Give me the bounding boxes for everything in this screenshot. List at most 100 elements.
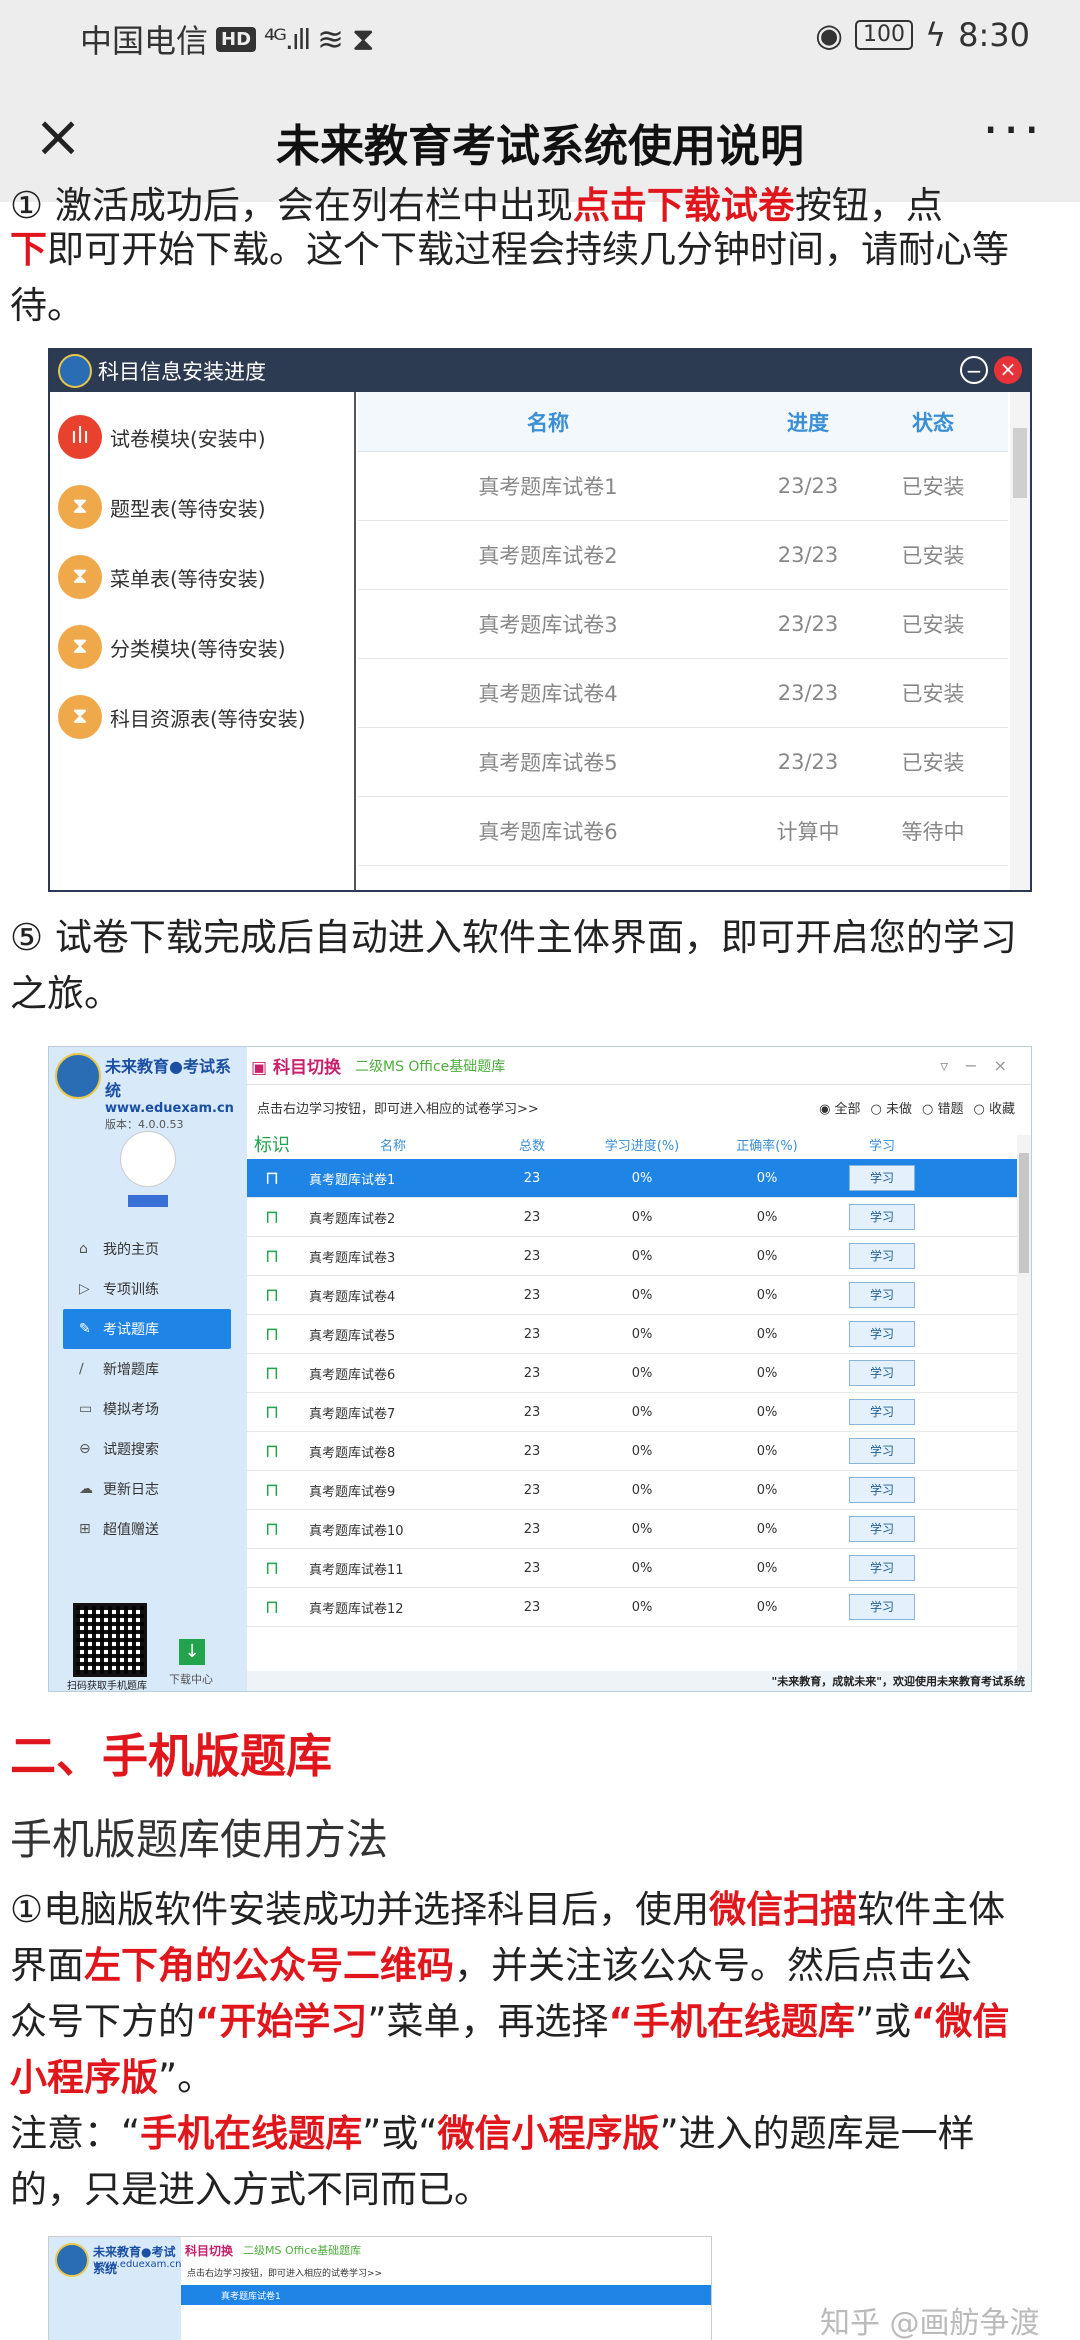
study-button[interactable]: 学习: [849, 1321, 915, 1347]
sidebar-item-changelog[interactable]: ☁ 更新日志: [49, 1469, 247, 1509]
intro-text: ① 激活成功后，会在列右栏中出现: [10, 184, 573, 222]
study-button[interactable]: 学习: [849, 1399, 915, 1425]
row-status: 等待中: [901, 820, 965, 844]
table-row[interactable]: ⊓ 真考题库试卷5 23 0% 0% 学习: [247, 1315, 1031, 1354]
hourglass-icon: ⧗: [58, 485, 102, 529]
row-accuracy: 0%: [756, 1326, 778, 1342]
row-status: 已安装: [901, 613, 965, 637]
study-button-cell: 学习: [837, 1516, 927, 1542]
module-label: 菜单表(等待安装): [110, 566, 266, 591]
table-row[interactable]: ⊓ 真考题库试卷8 23 0% 0% 学习: [247, 1432, 1031, 1471]
download-icon[interactable]: ↓: [179, 1639, 205, 1665]
qr-code: [73, 1603, 147, 1677]
step1-text: ，并关注该公众号。然后点击公: [454, 1944, 972, 1987]
table-row[interactable]: ⊓ 真考题库试卷1 23 0% 0% 学习: [247, 1159, 1031, 1198]
study-button[interactable]: 学习: [849, 1165, 915, 1191]
step5-line-2: 之旅。: [10, 972, 121, 1015]
eye-icon: ◉: [815, 16, 844, 54]
unlock-icon: ⊓: [264, 1557, 280, 1579]
row-progress: 0%: [631, 1599, 653, 1615]
row-name: 真考题库试卷2: [309, 1211, 396, 1227]
study-button[interactable]: 学习: [849, 1282, 915, 1308]
scrollbar-thumb[interactable]: [1013, 428, 1027, 498]
study-button[interactable]: 学习: [849, 1438, 915, 1464]
table-row[interactable]: ⊓ 真考题库试卷12 23 0% 0% 学习: [247, 1588, 1031, 1627]
nav-label: 模拟考场: [103, 1402, 159, 1418]
subject-switch-button[interactable]: ▣ 科目切换: [251, 1053, 341, 1078]
unlock-icon: ⊓: [264, 1206, 280, 1228]
scrollbar-thumb[interactable]: [1019, 1153, 1029, 1273]
sidebar-item-search[interactable]: ⊖ 试题搜索: [49, 1429, 247, 1469]
row-count: 23: [523, 1599, 541, 1615]
row-name: 真考题库试卷4: [309, 1289, 396, 1305]
row-accuracy: 0%: [756, 1560, 778, 1576]
table-row[interactable]: ⊓ 真考题库试卷9 23 0% 0% 学习: [247, 1471, 1031, 1510]
table-row[interactable]: ⊓ 真考题库试卷6 23 0% 0% 学习: [247, 1354, 1031, 1393]
study-button[interactable]: 学习: [849, 1204, 915, 1230]
row-progress: 0%: [631, 1404, 653, 1420]
step1-line-2: 界面左下角的公众号二维码，并关注该公众号。然后点击公: [10, 1938, 1070, 1994]
row-accuracy: 0%: [756, 1209, 778, 1225]
row-progress: 23/23: [777, 612, 839, 636]
more-options-icon[interactable]: ···: [982, 105, 1044, 157]
filter-wrong[interactable]: ○ 错题: [922, 1098, 963, 1117]
row-accuracy: 0%: [756, 1443, 778, 1459]
row-count: 23: [523, 1326, 541, 1342]
paper-scrollbar[interactable]: [1017, 1135, 1031, 1671]
sidebar-item-new-bank[interactable]: ∕ 新增题库: [49, 1349, 247, 1389]
minimize-icon[interactable]: −: [960, 356, 988, 384]
row-name: 真考题库试卷6: [478, 820, 618, 844]
filter-favorite[interactable]: ○ 收藏: [974, 1098, 1015, 1117]
avatar[interactable]: [120, 1131, 176, 1187]
sidebar-item-exam-bank[interactable]: ✎ 考试题库: [63, 1309, 231, 1349]
edit-icon: ✎: [79, 1321, 91, 1337]
sidebar-item-gift[interactable]: ⊞ 超值赠送: [49, 1509, 247, 1549]
row-count: 23: [523, 1248, 541, 1264]
window-controls[interactable]: ▿−×: [940, 1056, 1023, 1075]
row-progress: 0%: [631, 1560, 653, 1576]
note-text: ”进入的题库是一样: [659, 2112, 975, 2155]
row-progress: 0%: [631, 1326, 653, 1342]
table-row: 真考题库试卷3 23/23 已安装: [358, 590, 1008, 659]
row-accuracy: 0%: [756, 1482, 778, 1498]
sidebar-item-mock-exam[interactable]: ▭ 模拟考场: [49, 1389, 247, 1429]
row-count: 23: [523, 1287, 541, 1303]
unlock-icon: ⊓: [264, 1401, 280, 1423]
table-row[interactable]: ⊓ 真考题库试卷3 23 0% 0% 学习: [247, 1237, 1031, 1276]
study-button[interactable]: 学习: [849, 1594, 915, 1620]
study-button-cell: 学习: [837, 1204, 927, 1230]
install-window-titlebar: 科目信息安装进度: [50, 350, 1030, 392]
table-row[interactable]: ⊓ 真考题库试卷7 23 0% 0% 学习: [247, 1393, 1031, 1432]
study-button[interactable]: 学习: [849, 1516, 915, 1542]
step1-paragraph: ①电脑版软件安装成功并选择科目后，使用微信扫描软件主体 界面左下角的公众号二维码…: [10, 1882, 1070, 2218]
row-accuracy: 0%: [756, 1521, 778, 1537]
step1-text: ”菜单，再选择: [367, 2000, 609, 2043]
clock: 8:30: [958, 16, 1030, 54]
close-window-icon[interactable]: ×: [994, 356, 1022, 384]
row-name: 真考题库试卷11: [309, 1562, 404, 1578]
table-row[interactable]: ⊓ 真考题库试卷11 23 0% 0% 学习: [247, 1549, 1031, 1588]
study-button[interactable]: 学习: [849, 1477, 915, 1503]
hourglass-icon: ⧗: [58, 625, 102, 669]
install-scrollbar[interactable]: [1010, 392, 1030, 890]
table-row[interactable]: ⊓ 真考题库试卷2 23 0% 0% 学习: [247, 1198, 1031, 1237]
filter-all[interactable]: ◉ 全部: [819, 1098, 860, 1117]
intro-red-text-2: 下: [10, 228, 47, 271]
table-row[interactable]: ⊓ 真考题库试卷4 23 0% 0% 学习: [247, 1276, 1031, 1315]
step1-red-text: 左下角的公众号二维码: [84, 1944, 454, 1987]
table-row[interactable]: ⊓ 真考题库试卷10 23 0% 0% 学习: [247, 1510, 1031, 1549]
study-button[interactable]: 学习: [849, 1243, 915, 1269]
note-red-text: 手机在线题库: [140, 2112, 363, 2155]
module-item: ılı 试卷模块(安装中): [50, 402, 354, 472]
row-status: 已安装: [901, 475, 965, 499]
study-button[interactable]: 学习: [849, 1360, 915, 1386]
nav-label: 考试题库: [103, 1322, 159, 1338]
sidebar-item-training[interactable]: ▷ 专项训练: [49, 1269, 247, 1309]
sidebar-item-home[interactable]: ⌂ 我的主页: [49, 1229, 247, 1269]
filter-undone[interactable]: ○ 未做: [871, 1098, 912, 1117]
step1-text: 众号下方的: [10, 2000, 195, 2043]
download-label[interactable]: 下载中心: [169, 1671, 213, 1687]
brand-block: 未来教育●考试系统 www.eduexam.cn 版本：4.0.0.53: [49, 1047, 247, 1131]
row-accuracy: 0%: [756, 1287, 778, 1303]
study-button[interactable]: 学习: [849, 1555, 915, 1581]
